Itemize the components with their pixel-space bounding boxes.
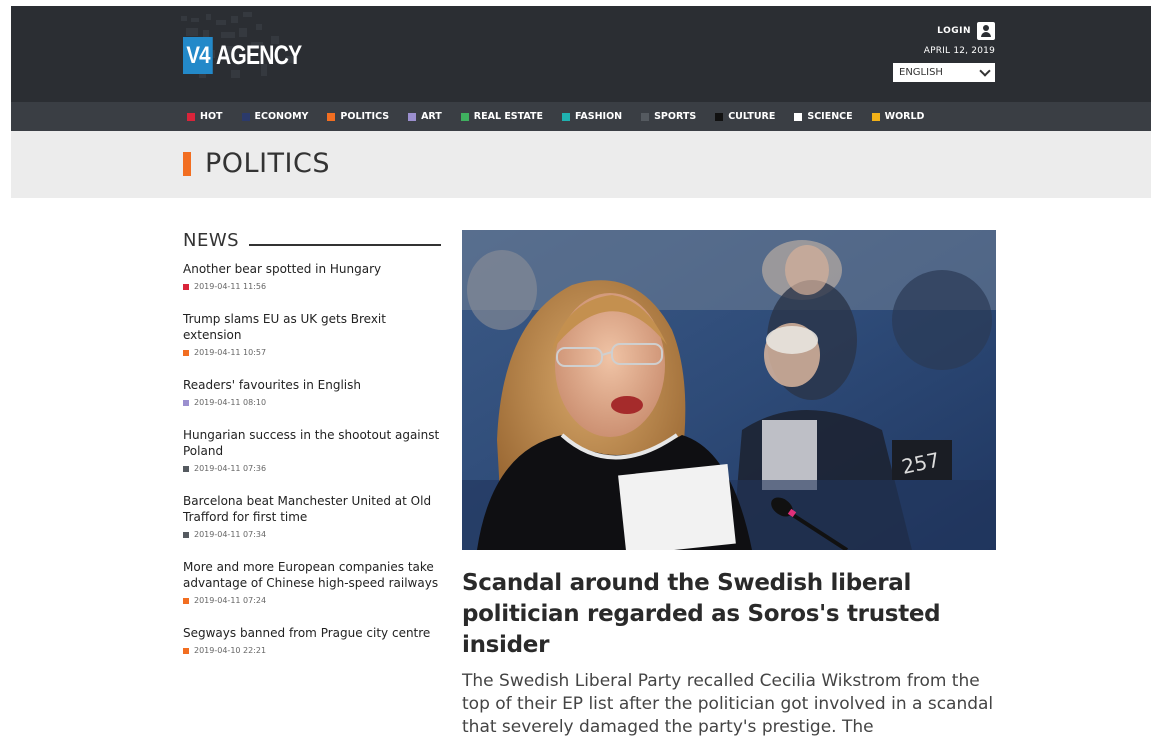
news-item-meta: 2019-04-11 07:34	[183, 530, 441, 539]
news-item-title[interactable]: Trump slams EU as UK gets Brexit extensi…	[183, 311, 441, 343]
nav-item-world[interactable]: WORLD	[871, 111, 925, 122]
nav-item-label: HOT	[200, 111, 223, 122]
category-color-marker	[183, 349, 189, 356]
category-color-marker	[871, 112, 880, 121]
user-icon	[977, 22, 995, 40]
site-header: V4 AGENCY LOGIN APRIL 12, 2019 ENGLISH	[11, 6, 1151, 102]
news-list-item[interactable]: Barcelona beat Manchester United at Old …	[183, 493, 441, 539]
category-color-marker	[561, 112, 570, 121]
section-title: POLITICS	[183, 148, 330, 179]
category-nav: HOT ECONOMY POLITICS ART REAL ESTATE FASHION S…	[11, 102, 1151, 131]
featured-article-title[interactable]: Scandal around the Swedish liberal polit…	[462, 568, 996, 661]
news-item-timestamp: 2019-04-11 11:56	[194, 282, 267, 291]
category-color-marker	[715, 112, 724, 121]
news-heading-row: NEWS	[183, 230, 441, 251]
news-item-title[interactable]: Segways banned from Prague city centre	[183, 625, 441, 641]
featured-article-lead: The Swedish Liberal Party recalled Cecil…	[462, 671, 994, 737]
news-item-meta: 2019-04-11 08:10	[183, 398, 441, 407]
nav-item-science[interactable]: SCIENCE	[794, 111, 853, 122]
news-item-meta: 2019-04-11 07:36	[183, 464, 441, 473]
news-item-title[interactable]: Another bear spotted in Hungary	[183, 261, 441, 277]
nav-item-label: ART	[421, 111, 442, 122]
category-nav-list: HOT ECONOMY POLITICS ART REAL ESTATE FASHION S…	[187, 102, 943, 131]
section-title-text: POLITICS	[205, 148, 330, 179]
nav-item-label: SCIENCE	[807, 111, 853, 122]
page: V4 AGENCY LOGIN APRIL 12, 2019 ENGLISH H…	[0, 0, 1151, 741]
news-list-item[interactable]: More and more European companies take ad…	[183, 559, 441, 605]
news-list: Another bear spotted in Hungary 2019-04-1…	[183, 261, 441, 655]
nav-item-sports[interactable]: SPORTS	[641, 111, 696, 122]
current-date: APRIL 12, 2019	[923, 46, 995, 56]
news-item-title[interactable]: Barcelona beat Manchester United at Old …	[183, 493, 441, 525]
news-item-title[interactable]: Readers' favourites in English	[183, 377, 441, 393]
news-item-timestamp: 2019-04-11 07:36	[194, 464, 267, 473]
news-list-item[interactable]: Trump slams EU as UK gets Brexit extensi…	[183, 311, 441, 357]
login-label: LOGIN	[937, 26, 971, 36]
news-item-meta: 2019-04-11 10:57	[183, 348, 441, 357]
category-color-marker	[183, 647, 189, 654]
featured-article-photo[interactable]: 257	[462, 230, 996, 550]
news-item-timestamp: 2019-04-11 08:10	[194, 398, 267, 407]
nav-item-culture[interactable]: CULTURE	[715, 111, 775, 122]
nav-item-politics[interactable]: POLITICS	[327, 111, 389, 122]
nav-item-label: POLITICS	[340, 111, 390, 122]
nav-item-label: REAL ESTATE	[473, 111, 543, 122]
category-color-marker	[460, 112, 469, 121]
section-header: POLITICS	[11, 131, 1151, 198]
language-value: ENGLISH	[899, 67, 943, 78]
news-item-meta: 2019-04-11 07:24	[183, 596, 441, 605]
category-color-marker	[187, 112, 195, 121]
header-utilities: LOGIN APRIL 12, 2019 ENGLISH	[893, 21, 995, 82]
nav-item-real-estate[interactable]: REAL ESTATE	[460, 111, 543, 122]
site-logo[interactable]: V4 AGENCY	[183, 35, 326, 75]
logo-badge: V4	[183, 36, 214, 74]
news-item-timestamp: 2019-04-11 07:34	[194, 530, 267, 539]
category-color-marker	[183, 531, 189, 538]
chevron-down-icon	[979, 65, 991, 77]
news-item-timestamp: 2019-04-10 22:21	[194, 646, 267, 655]
nav-item-art[interactable]: ART	[408, 111, 442, 122]
news-item-timestamp: 2019-04-11 10:57	[194, 348, 267, 357]
category-color-marker	[183, 597, 189, 604]
news-item-timestamp: 2019-04-11 07:24	[194, 596, 267, 605]
category-color-marker	[241, 112, 250, 121]
category-color-marker	[183, 465, 189, 472]
news-list-item[interactable]: Another bear spotted in Hungary 2019-04-1…	[183, 261, 441, 291]
category-color-marker	[183, 283, 189, 290]
logo-wordmark: AGENCY	[216, 39, 302, 70]
category-color-marker	[408, 112, 417, 121]
featured-article: 257 Scandal around the Swedish liberal p…	[462, 230, 996, 739]
news-list-item[interactable]: Hungarian success in the shootout agains…	[183, 427, 441, 473]
nav-item-label: SPORTS	[654, 111, 697, 122]
news-list-item[interactable]: Segways banned from Prague city centre 20…	[183, 625, 441, 655]
category-color-marker	[794, 112, 803, 121]
nav-item-label: WORLD	[884, 111, 925, 122]
category-color-marker	[183, 399, 189, 406]
news-item-meta: 2019-04-11 11:56	[183, 282, 441, 291]
section-accent-marker	[183, 151, 191, 176]
heading-underline	[249, 243, 441, 246]
news-item-meta: 2019-04-10 22:21	[183, 646, 441, 655]
news-column: NEWS Another bear spotted in Hungary 2019…	[183, 230, 441, 675]
nav-item-label: CULTURE	[728, 111, 776, 122]
nav-item-hot[interactable]: HOT	[187, 111, 223, 122]
nav-item-label: FASHION	[574, 111, 623, 122]
news-item-title[interactable]: More and more European companies take ad…	[183, 559, 441, 591]
language-select[interactable]: ENGLISH	[893, 63, 995, 82]
news-heading: NEWS	[183, 230, 240, 251]
nav-item-fashion[interactable]: FASHION	[561, 111, 623, 122]
category-color-marker	[327, 112, 336, 121]
news-list-item[interactable]: Readers' favourites in English 2019-04-11…	[183, 377, 441, 407]
category-color-marker	[641, 112, 650, 121]
login-link[interactable]: LOGIN	[893, 21, 995, 41]
news-item-title[interactable]: Hungarian success in the shootout agains…	[183, 427, 441, 459]
nav-item-economy[interactable]: ECONOMY	[241, 111, 309, 122]
nav-item-label: ECONOMY	[254, 111, 309, 122]
